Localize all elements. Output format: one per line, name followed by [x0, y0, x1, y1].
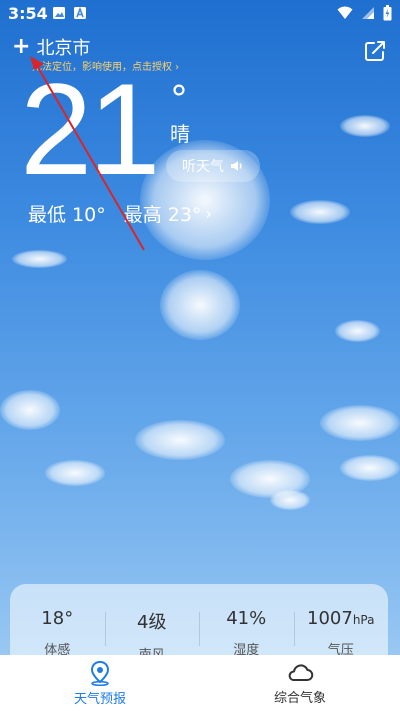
listen-weather-label: 听天气	[182, 159, 224, 175]
cloud-decoration	[45, 460, 105, 486]
tab-label: 天气预报	[73, 691, 126, 707]
tab-weather-forecast[interactable]: 天气预报	[0, 655, 200, 711]
system-icons	[337, 5, 392, 21]
notification-icons	[52, 6, 87, 20]
weather-condition: 晴	[170, 122, 190, 146]
degree-symbol: °	[170, 79, 188, 120]
cloud-decoration	[290, 200, 350, 224]
speaker-icon	[231, 161, 242, 171]
wifi-icon	[337, 6, 353, 19]
detail-value: 41%	[226, 608, 267, 629]
tab-label: 综合气象	[273, 690, 326, 706]
detail-value: 1007hPa	[307, 608, 375, 629]
cloud-decoration	[270, 490, 310, 510]
detail-value: 18°	[41, 608, 74, 629]
cloud-decoration	[0, 390, 60, 430]
cloud-decoration	[135, 420, 225, 460]
cloud-decoration	[340, 455, 400, 481]
add-city-icon[interactable]: +	[12, 36, 30, 58]
high-temperature: 最高 23°	[123, 204, 202, 226]
tab-comprehensive-weather[interactable]: 综合气象	[200, 655, 400, 711]
detail-value: 4级	[137, 612, 167, 633]
cloud-decoration	[320, 405, 400, 441]
current-temperature: 21	[20, 56, 161, 202]
image-notification-icon	[53, 7, 65, 19]
cloud-icon	[288, 663, 314, 681]
status-time: 3:54	[8, 4, 48, 23]
location-pin-icon	[90, 660, 110, 686]
cloud-decoration	[335, 320, 380, 342]
cloud-decoration	[12, 250, 67, 268]
battery-icon	[383, 5, 392, 21]
signal-icon	[362, 7, 374, 19]
share-icon	[365, 41, 385, 61]
cloud-decoration	[160, 270, 240, 340]
bottom-tab-bar: 天气预报 综合气象	[0, 655, 400, 711]
low-temperature: 最低 10°	[28, 204, 106, 226]
listen-weather-button[interactable]: 听天气	[166, 150, 260, 182]
share-button[interactable]	[364, 40, 386, 66]
cloud-decoration	[340, 115, 390, 137]
chevron-right-icon: ›	[205, 204, 212, 223]
status-bar: 3:54	[0, 0, 400, 28]
text-notification-icon	[74, 6, 86, 19]
temperature-range[interactable]: 最低 10° 最高 23° ›	[28, 200, 212, 227]
